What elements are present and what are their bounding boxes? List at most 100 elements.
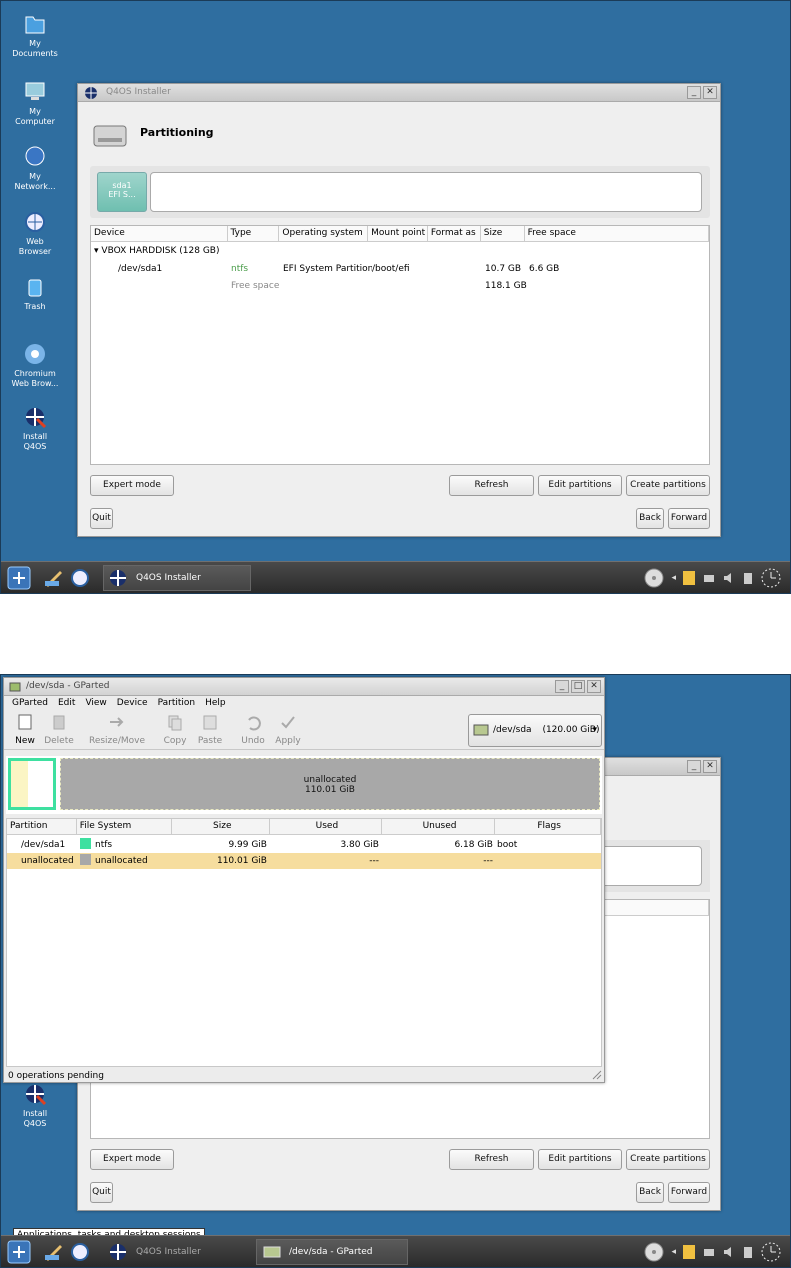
quit-button[interactable]: Quit [90, 508, 113, 529]
create-partitions-button[interactable]: Create partitions [626, 475, 710, 496]
clock-icon[interactable] [760, 567, 782, 589]
free-space-segment[interactable] [150, 172, 702, 212]
col-device[interactable]: Device [91, 226, 228, 241]
task-q4os-installer[interactable]: Q4OS Installer [103, 1239, 251, 1265]
battery-icon[interactable] [742, 571, 754, 585]
col-size[interactable]: Size [172, 819, 271, 834]
q4os-installer-icon [110, 1244, 126, 1260]
keyboard-layout-icon[interactable] [682, 570, 696, 586]
col-free[interactable]: Free space [525, 226, 709, 241]
new-icon [18, 714, 32, 730]
col-used[interactable]: Used [270, 819, 382, 834]
close-button[interactable]: ✕ [703, 86, 717, 99]
clock-icon[interactable] [760, 1241, 782, 1263]
desktop-icon-web-browser[interactable]: Web Browser [3, 209, 67, 257]
forward-button[interactable]: Forward [668, 1182, 710, 1203]
expand-arrow-icon[interactable]: ▾ [94, 246, 99, 256]
desktop-icon-install-q4os[interactable]: Install Q4OS [3, 1081, 67, 1129]
battery-icon[interactable] [742, 1245, 754, 1259]
start-menu-icon[interactable] [7, 1239, 31, 1265]
col-partition[interactable]: Partition [7, 819, 77, 834]
desktop-icon-my-network[interactable]: My Network... [3, 144, 67, 192]
start-menu-icon[interactable] [7, 565, 31, 591]
fs-label: ntfs [95, 840, 113, 850]
close-button[interactable]: ✕ [587, 680, 601, 693]
gparted-titlebar[interactable]: /dev/sda - GParted _ □ ✕ [4, 678, 604, 696]
table-row-selected[interactable]: unallocated unallocated 110.01 GiB --- -… [7, 853, 601, 869]
partition-list: Partition File System Size Used Unused F… [6, 818, 602, 1067]
maximize-button[interactable]: □ [571, 680, 585, 693]
partition-graphic-unallocated[interactable]: unallocated 110.01 GiB [60, 758, 600, 810]
desktop-icon-install-q4os[interactable]: Install Q4OS [3, 404, 67, 452]
menu-help[interactable]: Help [205, 696, 226, 710]
forward-button[interactable]: Forward [668, 508, 710, 529]
col-filesystem[interactable]: File System [77, 819, 173, 834]
task-q4os-installer[interactable]: Q4OS Installer [103, 565, 251, 591]
desktop-screenshot-2: Install Q4OS _ ✕ Expert mode Refresh Edi… [0, 674, 791, 1268]
quit-button[interactable]: Quit [90, 1182, 113, 1203]
menu-gparted[interactable]: GParted [12, 696, 48, 710]
col-mount[interactable]: Mount point [368, 226, 428, 241]
new-button[interactable]: New [12, 713, 38, 746]
menu-partition[interactable]: Partition [158, 696, 196, 710]
undo-button[interactable]: Undo [240, 713, 266, 746]
disk-row[interactable]: ▾ VBOX HARDDISK (128 GB) [94, 246, 220, 256]
menu-edit[interactable]: Edit [58, 696, 75, 710]
minimize-button[interactable]: _ [555, 680, 569, 693]
create-partitions-button[interactable]: Create partitions [626, 1149, 710, 1170]
refresh-button[interactable]: Refresh [449, 475, 534, 496]
task-gparted[interactable]: /dev/sda - GParted [256, 1239, 408, 1265]
edit-partitions-button[interactable]: Edit partitions [538, 475, 622, 496]
resize-grip-icon[interactable] [592, 1070, 602, 1080]
col-type[interactable]: Type [228, 226, 280, 241]
icon-label: Trash [24, 302, 46, 311]
partition-segment-sda1[interactable]: sda1 EFI S... [97, 172, 147, 212]
installer-titlebar[interactable]: Q4OS Installer _ ✕ [78, 84, 720, 102]
desktop-icon[interactable] [43, 1239, 65, 1265]
desktop-icon-chromium[interactable]: Chromium Web Brow... [3, 341, 67, 389]
close-button[interactable]: ✕ [703, 760, 717, 773]
delete-button[interactable]: Delete [42, 713, 76, 746]
volume-icon[interactable] [722, 571, 736, 585]
tray-arrow-icon[interactable]: ◂ [671, 573, 676, 583]
cd-drive-icon[interactable] [643, 567, 665, 589]
keyboard-layout-icon[interactable] [682, 1244, 696, 1260]
col-unused[interactable]: Unused [382, 819, 496, 834]
expert-mode-button[interactable]: Expert mode [90, 1149, 174, 1170]
desktop-icon[interactable] [43, 565, 65, 591]
minimize-button[interactable]: _ [687, 86, 701, 99]
apply-button[interactable]: Apply [274, 713, 302, 746]
volume-icon[interactable] [722, 1245, 736, 1259]
tray-arrow-icon[interactable]: ◂ [671, 1247, 676, 1257]
copy-button[interactable]: Copy [162, 713, 188, 746]
device-selector[interactable]: /dev/sda (120.00 GiB) ▾ [468, 714, 602, 747]
desktop-icon-trash[interactable]: Trash [3, 274, 67, 312]
network-status-icon[interactable] [702, 571, 716, 585]
resize-move-button[interactable]: Resize/Move [88, 713, 146, 746]
refresh-button[interactable]: Refresh [449, 1149, 534, 1170]
col-size[interactable]: Size [481, 226, 525, 241]
cd-drive-icon[interactable] [643, 1241, 665, 1263]
network-status-icon[interactable] [702, 1245, 716, 1259]
minimize-button[interactable]: _ [687, 760, 701, 773]
table-row[interactable]: Free space 118.1 GB [91, 278, 709, 294]
table-row[interactable]: /dev/sda1 ntfs EFI System Partition /boo… [91, 261, 709, 277]
web-browser-icon[interactable] [69, 565, 91, 591]
col-flags[interactable]: Flags [495, 819, 601, 834]
table-row[interactable]: /dev/sda1 ntfs 9.99 GiB 3.80 GiB 6.18 Gi… [7, 837, 601, 853]
menu-device[interactable]: Device [117, 696, 148, 710]
desktop-icon-my-documents[interactable]: My Documents [3, 11, 67, 59]
back-button[interactable]: Back [636, 1182, 664, 1203]
cell-flags [497, 853, 577, 869]
desktop-icon-my-computer[interactable]: My Computer [3, 79, 67, 127]
col-os[interactable]: Operating system [279, 226, 369, 241]
menu-view[interactable]: View [85, 696, 106, 710]
edit-partitions-button[interactable]: Edit partitions [538, 1149, 622, 1170]
partition-graphic-sda1[interactable] [8, 758, 56, 810]
icon-label: Q4OS [23, 1119, 47, 1128]
paste-button[interactable]: Paste [196, 713, 224, 746]
expert-mode-button[interactable]: Expert mode [90, 475, 174, 496]
col-format[interactable]: Format as [428, 226, 481, 241]
web-browser-icon[interactable] [69, 1239, 91, 1265]
back-button[interactable]: Back [636, 508, 664, 529]
